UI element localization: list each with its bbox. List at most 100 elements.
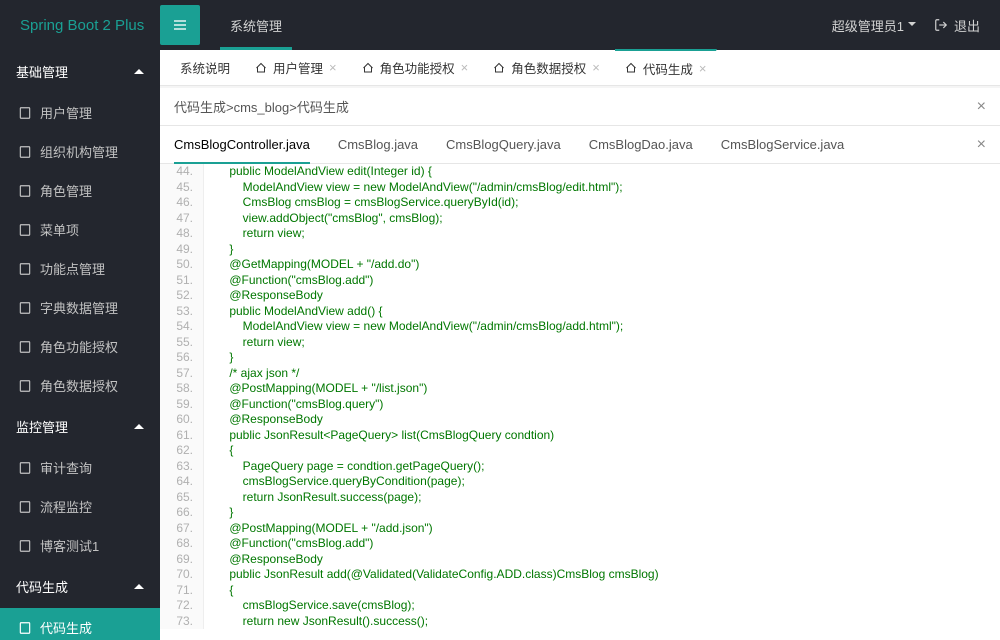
sidebar-item[interactable]: 博客测试1: [0, 526, 160, 565]
code-text: @GetMapping(MODEL + "/add.do"): [204, 257, 419, 273]
sidebar-item-label: 审计查询: [40, 458, 92, 477]
sidebar-item[interactable]: 审计查询: [0, 448, 160, 487]
file-tab[interactable]: CmsBlog.java: [338, 127, 418, 162]
top-nav-system[interactable]: 系统管理: [210, 0, 302, 50]
code-line: 57. /* ajax json */: [160, 366, 1000, 382]
code-text: return JsonResult.success(page);: [204, 490, 421, 506]
sidebar-item-label: 字典数据管理: [40, 298, 118, 317]
code-text: return view;: [204, 226, 305, 242]
code-line: 52. @ResponseBody: [160, 288, 1000, 304]
code-text: @PostMapping(MODEL + "/add.json"): [204, 521, 433, 537]
sidebar-item[interactable]: 用户管理: [0, 93, 160, 132]
tab-label: 用户管理: [273, 58, 323, 77]
line-number: 44.: [160, 164, 204, 180]
page-icon: [18, 145, 32, 159]
user-name-label: 超级管理员1: [832, 16, 904, 35]
line-number: 57.: [160, 366, 204, 382]
sidebar-item[interactable]: 代码生成: [0, 608, 160, 640]
line-number: 49.: [160, 242, 204, 258]
code-line: 47. view.addObject("cmsBlog", cmsBlog);: [160, 211, 1000, 227]
line-number: 47.: [160, 211, 204, 227]
line-number: 72.: [160, 598, 204, 614]
page-icon: [18, 301, 32, 315]
code-line: 63. PageQuery page = condtion.getPageQue…: [160, 459, 1000, 475]
sidebar-item[interactable]: 字典数据管理: [0, 288, 160, 327]
sidebar-item[interactable]: 角色管理: [0, 171, 160, 210]
code-line: 60. @ResponseBody: [160, 412, 1000, 428]
file-tab[interactable]: CmsBlogQuery.java: [446, 127, 561, 162]
code-line: 64. cmsBlogService.queryByCondition(page…: [160, 474, 1000, 490]
code-text: {: [204, 583, 233, 599]
tab[interactable]: 系统说明: [170, 50, 241, 86]
sidebar-group-monitor[interactable]: 监控管理: [0, 405, 160, 448]
sidebar-item[interactable]: 角色功能授权: [0, 327, 160, 366]
tab-close-icon[interactable]: ×: [461, 60, 469, 75]
sidebar-item-label: 角色数据授权: [40, 376, 118, 395]
menu-toggle-button[interactable]: [160, 5, 200, 45]
file-tab[interactable]: CmsBlogDao.java: [589, 127, 693, 162]
line-number: 64.: [160, 474, 204, 490]
sidebar-item[interactable]: 组织机构管理: [0, 132, 160, 171]
code-text: }: [204, 242, 233, 258]
breadcrumb: 代码生成>cms_blog>代码生成: [174, 97, 349, 116]
sidebar-item[interactable]: 流程监控: [0, 487, 160, 526]
close-panel-button[interactable]: ×: [977, 98, 986, 116]
code-text: cmsBlogService.save(cmsBlog);: [204, 598, 415, 614]
line-number: 56.: [160, 350, 204, 366]
file-tab[interactable]: CmsBlogController.java: [174, 127, 310, 164]
topbar: Spring Boot 2 Plus 系统管理 超级管理员1 退出: [0, 0, 1000, 50]
sidebar-group-basic[interactable]: 基础管理: [0, 50, 160, 93]
line-number: 53.: [160, 304, 204, 320]
code-line: 48. return view;: [160, 226, 1000, 242]
code-line: 51. @Function("cmsBlog.add"): [160, 273, 1000, 289]
sidebar-item-label: 博客测试1: [40, 536, 99, 555]
code-line: 49. }: [160, 242, 1000, 258]
sidebar-item-label: 角色功能授权: [40, 337, 118, 356]
tabstrip: 系统说明用户管理×角色功能授权×角色数据授权×代码生成×: [160, 50, 1000, 86]
tab[interactable]: 用户管理 ×: [245, 50, 348, 86]
code-text: public JsonResult<PageQuery> list(CmsBlo…: [204, 428, 554, 444]
code-text: @ResponseBody: [204, 552, 323, 568]
line-number: 71.: [160, 583, 204, 599]
tab-close-icon[interactable]: ×: [699, 61, 707, 76]
code-line: 73. return new JsonResult().success();: [160, 614, 1000, 630]
sidebar-item[interactable]: 角色数据授权: [0, 366, 160, 405]
line-number: 51.: [160, 273, 204, 289]
logout-icon: [934, 18, 948, 32]
sidebar-item[interactable]: 功能点管理: [0, 249, 160, 288]
page-icon: [18, 184, 32, 198]
code-text: ModelAndView view = new ModelAndView("/a…: [204, 319, 623, 335]
page-icon: [18, 539, 32, 553]
sidebar: 基础管理 用户管理组织机构管理角色管理菜单项功能点管理字典数据管理角色功能授权角…: [0, 50, 160, 640]
chevron-up-icon: [134, 67, 144, 77]
code-line: 66. }: [160, 505, 1000, 521]
code-line: 55. return view;: [160, 335, 1000, 351]
user-menu[interactable]: 超级管理员1: [832, 16, 916, 35]
line-number: 68.: [160, 536, 204, 552]
tab[interactable]: 角色功能授权×: [352, 50, 480, 86]
code-text: @Function("cmsBlog.query"): [204, 397, 383, 413]
code-line: 68. @Function("cmsBlog.add"): [160, 536, 1000, 552]
sidebar-item[interactable]: 菜单项: [0, 210, 160, 249]
file-tab[interactable]: CmsBlogService.java: [721, 127, 845, 162]
main: 系统说明用户管理×角色功能授权×角色数据授权×代码生成× 代码生成>cms_bl…: [160, 50, 1000, 640]
sidebar-item-label: 组织机构管理: [40, 142, 118, 161]
tab[interactable]: 角色数据授权×: [483, 50, 611, 86]
code-line: 54. ModelAndView view = new ModelAndView…: [160, 319, 1000, 335]
code-line: 59. @Function("cmsBlog.query"): [160, 397, 1000, 413]
sidebar-group-codegen[interactable]: 代码生成: [0, 565, 160, 608]
code-text: @ResponseBody: [204, 412, 323, 428]
logout-button[interactable]: 退出: [934, 16, 980, 35]
top-nav: 系统管理: [210, 0, 832, 50]
code-line: 46. CmsBlog cmsBlog = cmsBlogService.que…: [160, 195, 1000, 211]
code-editor[interactable]: 44. public ModelAndView edit(Integer id)…: [160, 164, 1000, 640]
line-number: 54.: [160, 319, 204, 335]
line-number: 65.: [160, 490, 204, 506]
tab-close-icon[interactable]: ×: [329, 60, 337, 75]
tab-close-icon[interactable]: ×: [592, 60, 600, 75]
tab[interactable]: 代码生成×: [615, 49, 718, 85]
code-line: 65. return JsonResult.success(page);: [160, 490, 1000, 506]
chevron-up-icon: [134, 582, 144, 592]
code-text: view.addObject("cmsBlog", cmsBlog);: [204, 211, 443, 227]
close-file-tabs-button[interactable]: ×: [977, 136, 986, 154]
